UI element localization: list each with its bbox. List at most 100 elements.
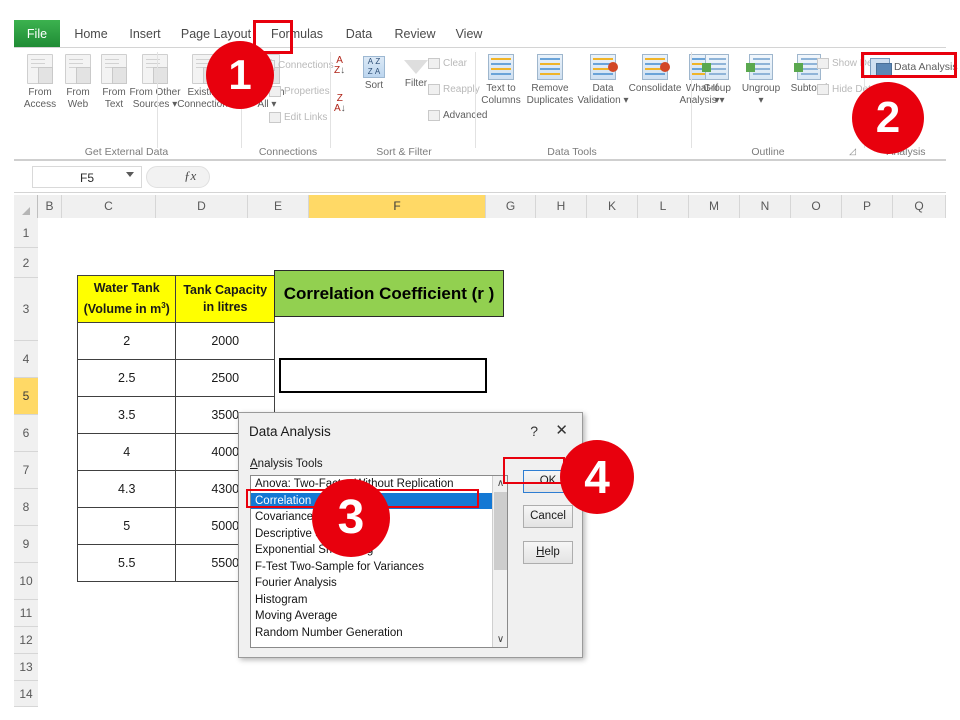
tab-page-layout-label: Page Layout [180,27,252,41]
cell-volume-1[interactable]: 2 [76,322,177,361]
cell-volume-4[interactable]: 4 [76,433,177,472]
table-header-capacity-line1: Tank Capacity [183,283,268,298]
ungroup-button[interactable]: Ungroup ▾ [737,54,785,106]
tab-view[interactable]: View [448,20,490,48]
excel-window: File Home Insert Page Layout Formulas Da… [0,0,960,720]
tab-data[interactable]: Data [336,20,382,48]
close-icon[interactable]: ✕ [555,421,568,439]
row-header-column: 1 2 3 4 5 6 7 8 9 10 11 12 13 14 [14,218,38,707]
cell-capacity-1[interactable]: 2000 [175,322,275,361]
outline-dialog-launcher[interactable]: ◿ [849,146,856,157]
formula-input[interactable] [210,166,954,188]
clear-icon [428,58,440,69]
tab-view-label: View [455,27,483,41]
list-item-f-test[interactable]: F-Test Two-Sample for Variances [251,558,507,575]
row-header-7[interactable]: 7 [14,452,38,489]
text-to-columns-button[interactable]: Text to Columns [479,54,523,106]
row-header-3[interactable]: 3 [14,278,38,341]
row-header-9[interactable]: 9 [14,526,38,563]
table-header-row: Water Tank (Volume in m3) Tank Capacity … [76,274,275,324]
help-question-icon[interactable]: ? [530,423,538,439]
table-header-volume-line2-post: ) [165,302,170,317]
col-header-O[interactable]: O [791,195,842,218]
list-item-moving-average[interactable]: Moving Average [251,608,507,625]
list-item-histogram[interactable]: Histogram [251,591,507,608]
list-item-random-number-generation[interactable]: Random Number Generation [251,624,507,641]
highlight-ok-button [503,457,565,484]
col-header-G[interactable]: G [486,195,536,218]
reapply-button[interactable]: Reapply [428,84,480,95]
ribbon-group-data-tools: Text to Columns Remove Duplicates Data V… [477,48,725,160]
col-header-P[interactable]: P [842,195,893,218]
properties-label: Properties [284,86,330,98]
col-header-F[interactable]: F [309,195,486,218]
cancel-button[interactable]: Cancel [523,505,573,528]
row-header-6[interactable]: 6 [14,415,38,452]
col-header-H[interactable]: H [536,195,587,218]
row-header-12[interactable]: 12 [14,627,38,654]
insert-function-icon[interactable]: ƒx [184,168,196,184]
remove-duplicates-button[interactable]: Remove Duplicates [523,54,577,106]
col-header-N[interactable]: N [740,195,791,218]
remove-duplicates-label-2: Duplicates [526,94,574,106]
sort-button[interactable]: A ZZ A Sort [354,56,394,92]
group-sep-1 [157,52,158,148]
remove-duplicates-label-1: Remove [531,83,569,94]
sort-z-to-a-button[interactable]: Z A↓ [334,94,346,114]
row-header-10[interactable]: 10 [14,563,38,600]
col-header-L[interactable]: L [638,195,689,218]
group-button[interactable]: Group ▾ [697,54,737,106]
row-header-11[interactable]: 11 [14,600,38,627]
row-header-5[interactable]: 5 [14,378,38,415]
col-header-E[interactable]: E [248,195,309,218]
listbox-scrollbar[interactable]: ∧ ∨ [492,476,507,647]
cell-volume-6[interactable]: 5 [76,507,177,546]
cell-volume-7[interactable]: 5.5 [76,544,177,583]
data-validation-button[interactable]: Data Validation ▾ [577,54,629,106]
table-row: 2.5 2500 [76,359,275,398]
ribbon-group-get-external-data: From Access From Web From Text From Othe… [14,48,239,160]
table-header-volume: Water Tank (Volume in m3) [76,274,177,324]
col-header-D[interactable]: D [156,195,248,218]
tab-review[interactable]: Review [388,20,442,48]
data-validation-label-2: Validation ▾ [577,94,629,106]
group-sep-3 [330,52,331,148]
col-header-K[interactable]: K [587,195,638,218]
data-validation-label-1: Data [592,83,614,94]
group-label-1: Group [703,83,731,94]
name-box[interactable]: F5 [32,166,142,188]
row-header-13[interactable]: 13 [14,654,38,681]
tab-file[interactable]: File [14,20,60,48]
tab-insert[interactable]: Insert [122,20,168,48]
clear-button[interactable]: Clear [428,58,467,69]
row-header-1[interactable]: 1 [14,218,38,248]
text-to-columns-label-2: Columns [481,94,521,106]
properties-button[interactable]: Properties [269,86,330,97]
row-header-14[interactable]: 14 [14,681,38,707]
col-header-B[interactable]: B [38,195,62,218]
cell-volume-3[interactable]: 3.5 [76,396,177,435]
col-header-M[interactable]: M [689,195,740,218]
row-header-8[interactable]: 8 [14,489,38,526]
cell-volume-5[interactable]: 4.3 [76,470,177,509]
analysis-tools-label: Analysis Tools [250,458,323,470]
consolidate-button[interactable]: Consolidate [627,54,683,95]
tab-home[interactable]: Home [66,20,116,48]
scroll-down-icon[interactable]: ∨ [493,632,507,647]
correlation-result-cell[interactable] [279,358,487,393]
sort-a-to-z-button[interactable]: A Z↓ [334,56,345,76]
row-header-2[interactable]: 2 [14,248,38,278]
row-header-4[interactable]: 4 [14,341,38,378]
list-item-fourier-analysis[interactable]: Fourier Analysis [251,575,507,592]
chevron-down-icon[interactable] [126,172,134,177]
cell-capacity-2[interactable]: 2500 [175,359,275,398]
col-header-Q[interactable]: Q [893,195,946,218]
hide-detail-icon [817,84,829,95]
cell-volume-2[interactable]: 2.5 [76,359,177,398]
help-button[interactable]: Help [523,541,573,564]
edit-links-button[interactable]: Edit Links [269,112,327,123]
group-title-data-tools: Data Tools [547,146,597,158]
col-header-C[interactable]: C [62,195,156,218]
select-all-corner[interactable] [14,195,38,218]
scrollbar-thumb[interactable] [494,492,507,570]
